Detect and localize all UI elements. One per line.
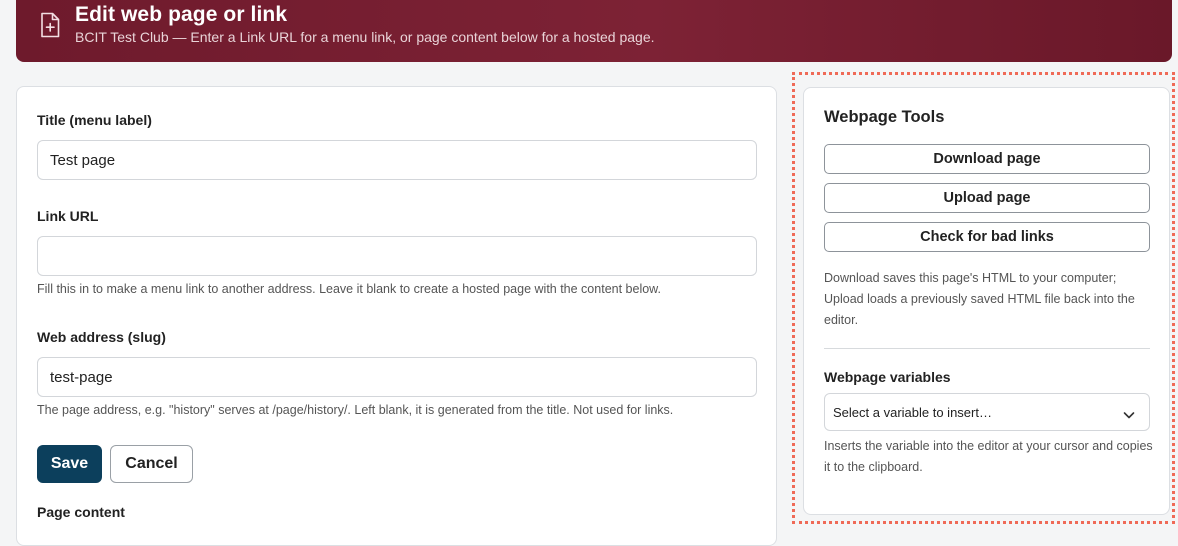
slug-label: Web address (slug) xyxy=(37,329,166,345)
page-form-card: Title (menu label) Link URL Fill this in… xyxy=(16,86,777,546)
check-bad-links-button[interactable]: Check for bad links xyxy=(824,222,1150,252)
page-subtitle: BCIT Test Club — Enter a Link URL for a … xyxy=(75,29,655,45)
save-button[interactable]: Save xyxy=(37,445,102,483)
title-label: Title (menu label) xyxy=(37,112,152,128)
cancel-button[interactable]: Cancel xyxy=(110,445,193,483)
page-title: Edit web page or link xyxy=(75,3,288,26)
upload-page-button[interactable]: Upload page xyxy=(824,183,1150,213)
title-input[interactable] xyxy=(37,140,757,180)
tools-title: Webpage Tools xyxy=(824,108,945,126)
file-plus-icon xyxy=(40,12,60,38)
chevron-down-icon xyxy=(1123,407,1135,419)
tools-help-text: Download saves this page's HTML to your … xyxy=(824,271,1135,327)
webpage-tools-panel: Webpage Tools Download page Upload page … xyxy=(803,87,1170,515)
variable-select-value: Select a variable to insert… xyxy=(833,405,992,420)
slug-input[interactable] xyxy=(37,357,757,397)
link-url-label: Link URL xyxy=(37,208,99,224)
link-url-input[interactable] xyxy=(37,236,757,276)
slug-help: The page address, e.g. "history" serves … xyxy=(37,403,674,417)
webpage-variables-label: Webpage variables xyxy=(824,369,951,385)
divider xyxy=(824,348,1150,349)
link-url-help: Fill this in to make a menu link to anot… xyxy=(37,282,661,296)
variable-select[interactable]: Select a variable to insert… xyxy=(824,393,1150,431)
download-page-button[interactable]: Download page xyxy=(824,144,1150,174)
page-content-label: Page content xyxy=(37,504,125,520)
page-header-banner: Edit web page or link BCIT Test Club — E… xyxy=(16,0,1172,62)
variables-help-text: Inserts the variable into the editor at … xyxy=(824,439,1153,474)
